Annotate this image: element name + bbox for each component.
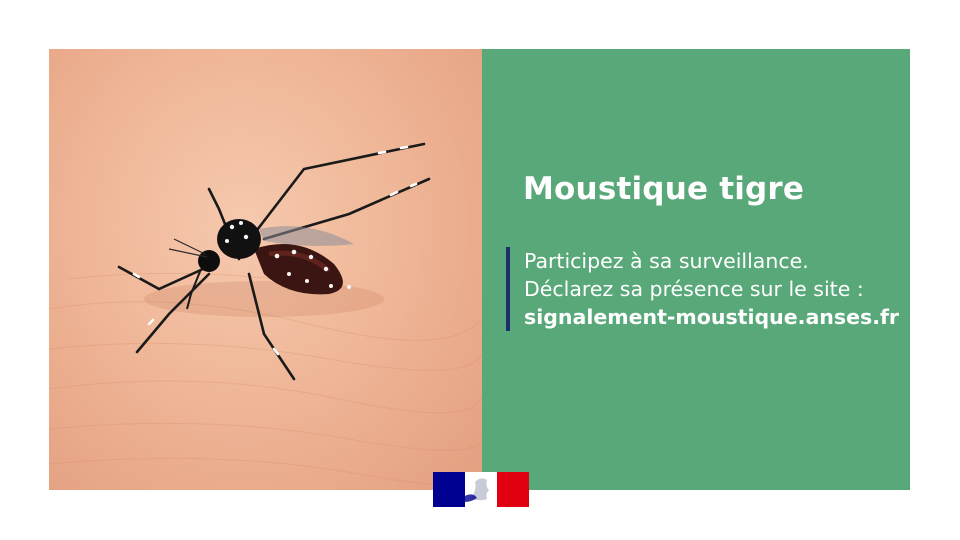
message-line-2: Déclarez sa présence sur le site : bbox=[524, 277, 864, 301]
message-line-1: Participez à sa surveillance. bbox=[524, 249, 809, 273]
marianne-icon bbox=[464, 472, 498, 507]
flag-red-band bbox=[497, 472, 529, 507]
flag-blue-band bbox=[433, 472, 465, 507]
republique-francaise-logo bbox=[433, 472, 529, 507]
campaign-message: Participez à sa surveillance. Déclarez s… bbox=[506, 247, 899, 331]
mosquito-illustration bbox=[49, 142, 482, 486]
info-panel: Moustique tigre Participez à sa surveill… bbox=[482, 49, 910, 490]
campaign-card: Moustique tigre Participez à sa surveill… bbox=[49, 49, 910, 490]
campaign-title: Moustique tigre bbox=[523, 171, 805, 207]
tiger-mosquito-photo bbox=[49, 49, 482, 490]
report-site-link[interactable]: signalement-moustique.anses.fr bbox=[524, 303, 899, 331]
